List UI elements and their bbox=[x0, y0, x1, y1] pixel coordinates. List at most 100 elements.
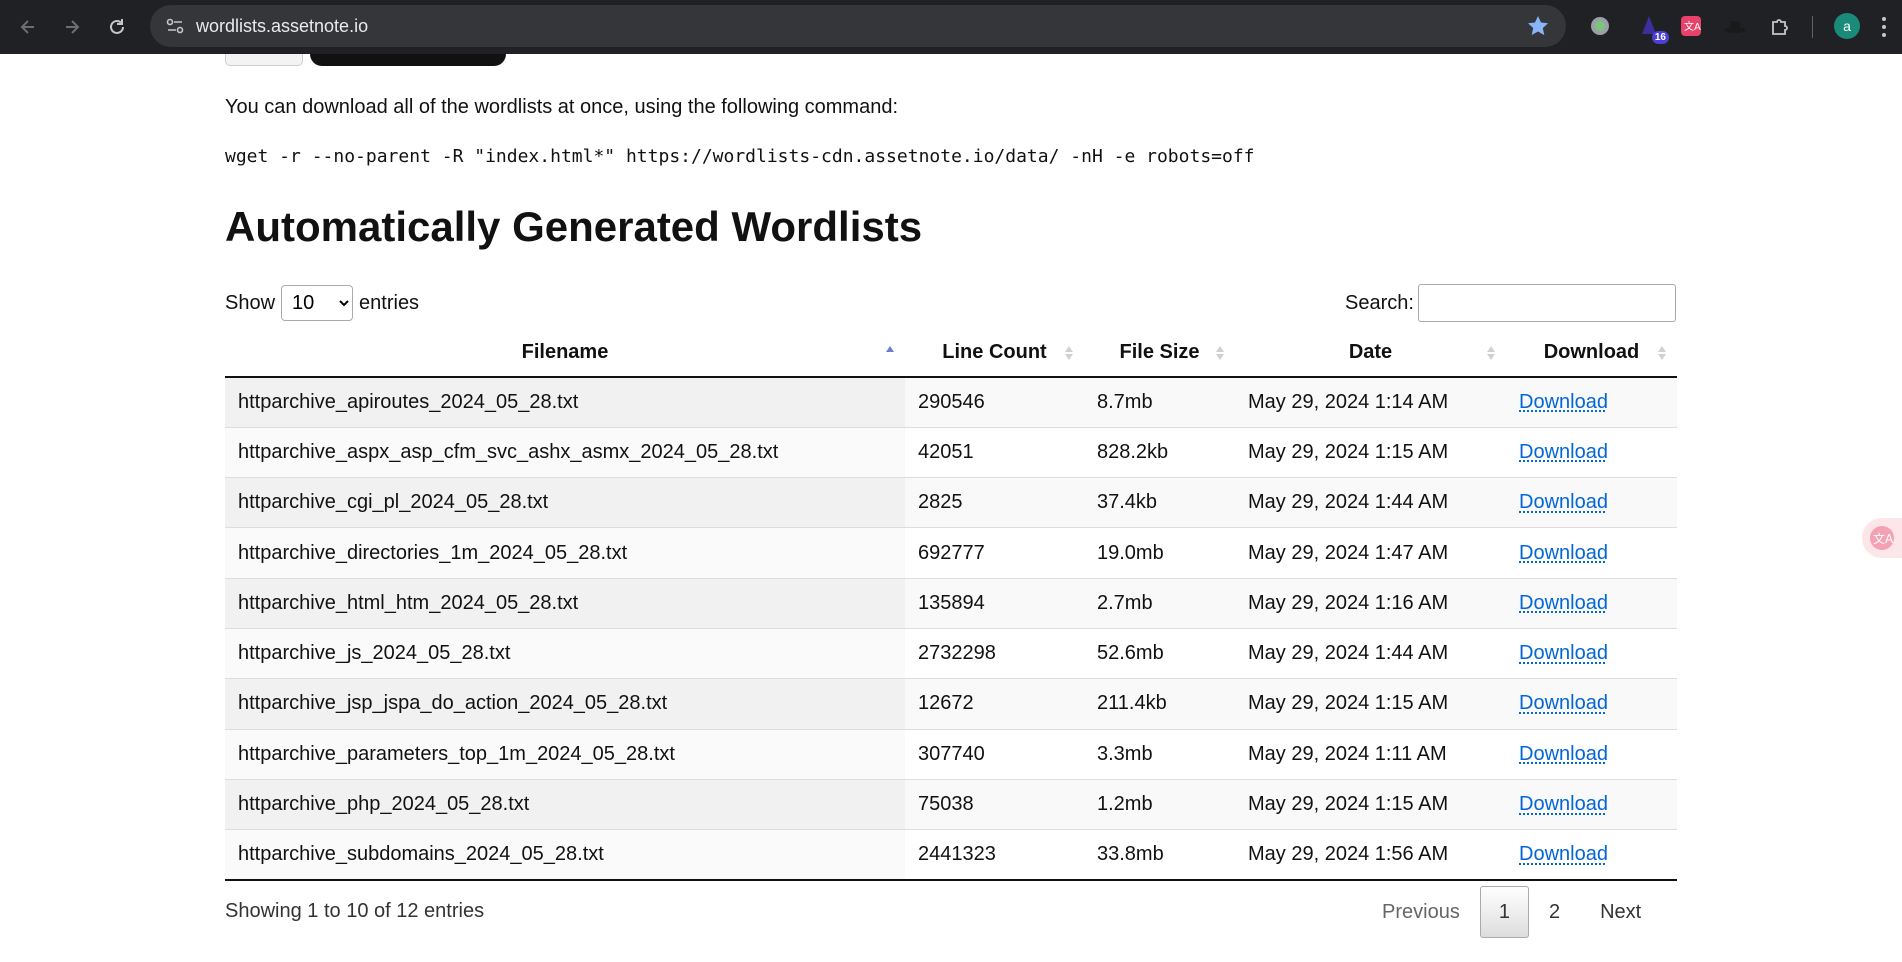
sort-both-icon bbox=[1216, 346, 1224, 360]
line-count-cell: 135894 bbox=[905, 577, 1084, 629]
hat-extension-button[interactable] bbox=[1721, 12, 1749, 40]
line-count-cell: 692777 bbox=[905, 527, 1084, 579]
next-page-button[interactable]: Next bbox=[1580, 886, 1661, 938]
table-row: httparchive_subdomains_2024_05_28.txt 24… bbox=[225, 829, 1677, 881]
file-size-cell: 52.6mb bbox=[1084, 627, 1235, 679]
date-cell: May 29, 2024 1:56 AM bbox=[1235, 829, 1506, 881]
header-line-count-label: Line Count bbox=[942, 341, 1047, 363]
date-cell: May 29, 2024 1:16 AM bbox=[1235, 577, 1506, 629]
download-cell: Download bbox=[1506, 527, 1677, 579]
extensions-menu-button[interactable] bbox=[1766, 12, 1794, 40]
translate-icon: 文A bbox=[1870, 526, 1894, 550]
filename-cell: httparchive_directories_1m_2024_05_28.tx… bbox=[225, 527, 905, 579]
date-cell: May 29, 2024 1:11 AM bbox=[1235, 728, 1506, 780]
page-1-button[interactable]: 1 bbox=[1479, 886, 1529, 938]
file-size-cell: 3.3mb bbox=[1084, 728, 1235, 780]
header-download[interactable]: Download bbox=[1506, 329, 1677, 378]
file-size-cell: 37.4kb bbox=[1084, 477, 1235, 528]
length-prefix: Show bbox=[225, 291, 276, 314]
star-repo-button[interactable] bbox=[225, 54, 303, 66]
file-size-cell: 19.0mb bbox=[1084, 527, 1235, 579]
download-cell: Download bbox=[1506, 577, 1677, 629]
reload-button[interactable] bbox=[99, 9, 135, 45]
line-count-cell: 307740 bbox=[905, 728, 1084, 780]
sort-both-icon bbox=[1658, 346, 1666, 360]
search-input[interactable] bbox=[1417, 284, 1676, 322]
wordlists-table: Filename Line Count File Size Date Downl… bbox=[225, 329, 1677, 881]
download-cell: Download bbox=[1506, 778, 1677, 830]
line-count-cell: 290546 bbox=[905, 377, 1084, 428]
file-size-cell: 33.8mb bbox=[1084, 829, 1235, 881]
header-date[interactable]: Date bbox=[1235, 329, 1506, 378]
page-2-button[interactable]: 2 bbox=[1529, 886, 1580, 938]
download-link[interactable]: Download bbox=[1519, 542, 1608, 564]
filename-cell: httparchive_cgi_pl_2024_05_28.txt bbox=[225, 477, 905, 528]
filename-cell: httparchive_parameters_top_1m_2024_05_28… bbox=[225, 728, 905, 780]
download-link[interactable]: Download bbox=[1519, 843, 1608, 865]
sort-both-icon bbox=[1487, 346, 1495, 360]
date-cell: May 29, 2024 1:44 AM bbox=[1235, 627, 1506, 679]
pagination: Previous 1 2 Next bbox=[1362, 886, 1661, 938]
translate-extension-button[interactable]: 文A bbox=[1677, 12, 1705, 40]
table-row: httparchive_apiroutes_2024_05_28.txt 290… bbox=[225, 377, 1677, 428]
download-link[interactable]: Download bbox=[1519, 491, 1608, 513]
site-info-icon[interactable] bbox=[164, 15, 186, 37]
hat-icon bbox=[1724, 21, 1746, 33]
browser-menu-icon[interactable] bbox=[1876, 14, 1892, 40]
download-link[interactable]: Download bbox=[1519, 743, 1608, 765]
download-link[interactable]: Download bbox=[1519, 441, 1608, 463]
floating-translate-button[interactable]: 文A bbox=[1862, 518, 1902, 558]
wget-command: wget -r --no-parent -R "index.html*" htt… bbox=[225, 146, 1255, 167]
extension-circle-button[interactable] bbox=[1586, 12, 1614, 40]
file-size-cell: 8.7mb bbox=[1084, 377, 1235, 428]
download-cell: Download bbox=[1506, 829, 1677, 881]
header-date-label: Date bbox=[1348, 341, 1393, 363]
header-file-size-label: File Size bbox=[1119, 341, 1200, 363]
bookmark-star-icon[interactable] bbox=[1526, 14, 1550, 38]
extension-badge-button[interactable]: 16 bbox=[1635, 12, 1669, 44]
table-row: httparchive_php_2024_05_28.txt 75038 1.2… bbox=[225, 778, 1677, 830]
reload-icon bbox=[110, 19, 124, 34]
forward-button[interactable] bbox=[54, 9, 90, 45]
filename-cell: httparchive_aspx_asp_cfm_svc_ashx_asmx_2… bbox=[225, 426, 905, 478]
arrow-left-icon bbox=[20, 20, 34, 34]
section-title: Automatically Generated Wordlists bbox=[225, 203, 923, 250]
circle-extension-icon bbox=[1591, 17, 1609, 35]
download-cell: Download bbox=[1506, 728, 1677, 780]
download-cell: Download bbox=[1506, 627, 1677, 679]
download-link[interactable]: Download bbox=[1519, 642, 1608, 664]
date-cell: May 29, 2024 1:15 AM bbox=[1235, 778, 1506, 830]
download-cell: Download bbox=[1506, 678, 1677, 730]
svg-text:文A: 文A bbox=[1684, 20, 1701, 33]
table-row: httparchive_cgi_pl_2024_05_28.txt 2825 3… bbox=[225, 477, 1677, 528]
profile-avatar[interactable]: a bbox=[1834, 13, 1860, 39]
download-link[interactable]: Download bbox=[1519, 391, 1608, 413]
table-row: httparchive_html_htm_2024_05_28.txt 1358… bbox=[225, 577, 1677, 629]
header-filename[interactable]: Filename bbox=[225, 329, 905, 378]
entries-per-page-select[interactable]: 10 bbox=[281, 285, 354, 321]
header-filename-label: Filename bbox=[521, 341, 609, 363]
address-bar[interactable]: wordlists.assetnote.io bbox=[150, 5, 1566, 47]
file-size-cell: 211.4kb bbox=[1084, 678, 1235, 730]
follow-button[interactable] bbox=[310, 54, 506, 66]
download-cell: Download bbox=[1506, 377, 1677, 428]
extension-badge-count: 16 bbox=[1651, 31, 1669, 44]
download-link[interactable]: Download bbox=[1519, 592, 1608, 614]
back-button[interactable] bbox=[10, 9, 46, 45]
header-download-label: Download bbox=[1543, 341, 1640, 363]
line-count-cell: 42051 bbox=[905, 426, 1084, 478]
date-cell: May 29, 2024 1:44 AM bbox=[1235, 477, 1506, 528]
header-line-count[interactable]: Line Count bbox=[905, 329, 1084, 378]
line-count-cell: 2732298 bbox=[905, 627, 1084, 679]
filename-cell: httparchive_apiroutes_2024_05_28.txt bbox=[225, 377, 905, 428]
puzzle-icon bbox=[1772, 19, 1788, 35]
length-suffix: entries bbox=[359, 291, 420, 314]
header-file-size[interactable]: File Size bbox=[1084, 329, 1235, 378]
page-length-control: Show 10 entries bbox=[225, 285, 419, 321]
line-count-cell: 75038 bbox=[905, 778, 1084, 830]
table-row: httparchive_directories_1m_2024_05_28.tx… bbox=[225, 527, 1677, 579]
previous-page-button[interactable]: Previous bbox=[1362, 886, 1480, 938]
filename-cell: httparchive_html_htm_2024_05_28.txt bbox=[225, 577, 905, 629]
download-link[interactable]: Download bbox=[1519, 793, 1608, 815]
download-link[interactable]: Download bbox=[1519, 692, 1608, 714]
